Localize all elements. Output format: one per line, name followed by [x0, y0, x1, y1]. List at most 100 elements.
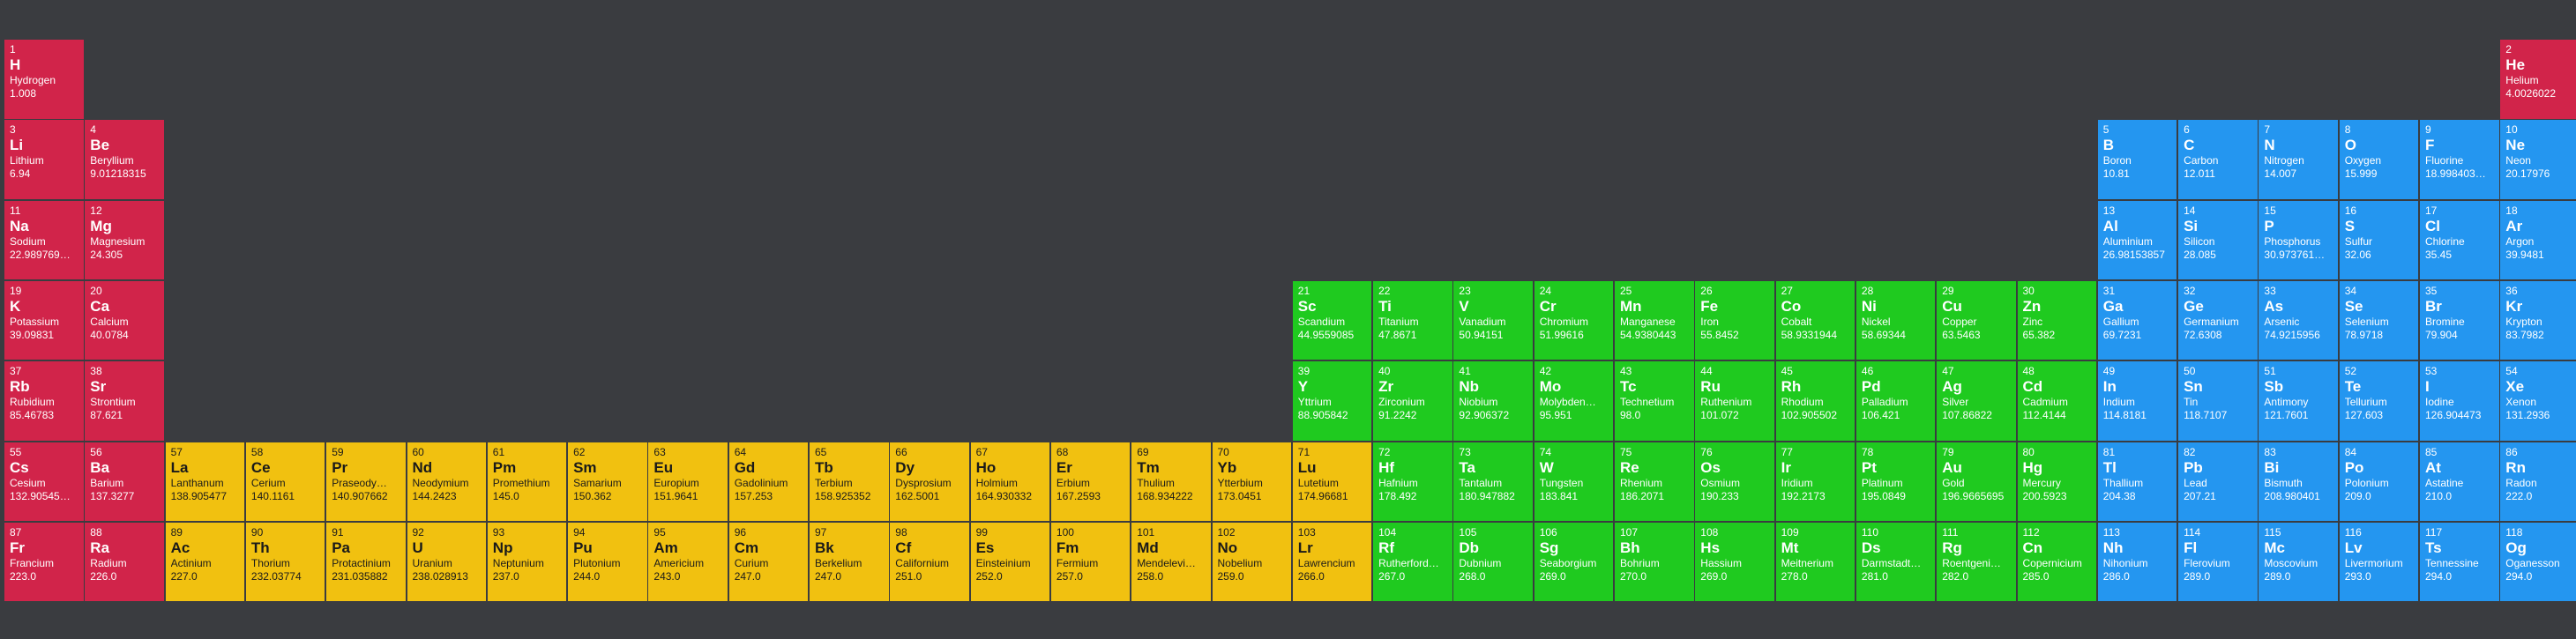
element-cell-sn[interactable]: 50 Sn Tin 118.7107	[2178, 361, 2258, 441]
element-cell-te[interactable]: 52 Te Tellurium 127.603	[2339, 361, 2419, 441]
element-cell-mc[interactable]: 115 Mc Moscovium 289.0	[2259, 522, 2338, 602]
element-cell-tb[interactable]: 65 Tb Terbium 158.925352	[810, 442, 889, 521]
element-cell-zr[interactable]: 40 Zr Zirconium 91.2242	[1373, 361, 1452, 441]
element-cell-sr[interactable]: 38 Sr Strontium 87.621	[85, 361, 164, 441]
element-cell-cn[interactable]: 112 Cn Copernicium 285.0	[2017, 522, 2096, 602]
element-cell-rf[interactable]: 104 Rf Rutherford… 267.0	[1373, 522, 1452, 602]
element-cell-re[interactable]: 75 Re Rhenium 186.2071	[1615, 442, 1694, 521]
element-cell-gd[interactable]: 64 Gd Gadolinium 157.253	[728, 442, 809, 521]
element-cell-ne[interactable]: 10 Ne Neon 20.17976	[2500, 120, 2576, 199]
element-cell-sm[interactable]: 62 Sm Samarium 150.362	[568, 442, 647, 521]
element-cell-ra[interactable]: 88 Ra Radium 226.0	[85, 522, 164, 602]
element-cell-og[interactable]: 118 Og Oganesson 294.0	[2500, 522, 2576, 602]
element-cell-md[interactable]: 101 Md Mendelevi… 258.0	[1131, 522, 1211, 602]
element-cell-xe[interactable]: 54 Xe Xenon 131.2936	[2500, 361, 2576, 441]
element-cell-pd[interactable]: 46 Pd Palladium 106.421	[1855, 361, 1936, 441]
element-cell-tm[interactable]: 69 Tm Thulium 168.934222	[1131, 442, 1211, 521]
element-cell-ti[interactable]: 22 Ti Titanium 47.8671	[1373, 280, 1452, 360]
element-cell-np[interactable]: 93 Np Neptunium 237.0	[487, 522, 567, 602]
element-cell-cr[interactable]: 24 Cr Chromium 51.99616	[1534, 280, 1614, 360]
element-cell-nd[interactable]: 60 Nd Neodymium 144.2423	[407, 442, 486, 521]
element-cell-pt[interactable]: 78 Pt Platinum 195.0849	[1855, 442, 1936, 521]
element-cell-he[interactable]: 2 He Helium 4.0026022	[2500, 40, 2576, 119]
element-cell-cf[interactable]: 98 Cf Californium 251.0	[890, 522, 969, 602]
element-cell-fm[interactable]: 100 Fm Fermium 257.0	[1050, 522, 1131, 602]
element-cell-cs[interactable]: 55 Cs Cesium 132.90545…	[4, 442, 84, 521]
element-cell-la[interactable]: 57 La Lanthanum 138.905477	[165, 442, 245, 521]
element-cell-co[interactable]: 27 Co Cobalt 58.9331944	[1775, 280, 1855, 360]
element-cell-k[interactable]: 19 K Potassium 39.09831	[4, 280, 84, 360]
element-cell-se[interactable]: 34 Se Selenium 78.9718	[2339, 280, 2419, 360]
element-cell-cd[interactable]: 48 Cd Cadmium 112.4144	[2017, 361, 2096, 441]
element-cell-ag[interactable]: 47 Ag Silver 107.86822	[1937, 361, 2016, 441]
element-cell-lr[interactable]: 103 Lr Lawrencium 266.0	[1292, 522, 1372, 602]
element-cell-mg[interactable]: 12 Mg Magnesium 24.305	[85, 200, 164, 280]
element-cell-p[interactable]: 15 P Phosphorus 30.973761…	[2259, 200, 2338, 280]
element-cell-ru[interactable]: 44 Ru Ruthenium 101.072	[1695, 361, 1774, 441]
element-cell-po[interactable]: 84 Po Polonium 209.0	[2339, 442, 2419, 521]
element-cell-tl[interactable]: 81 Tl Thallium 204.38	[2097, 442, 2177, 521]
element-cell-al[interactable]: 13 Al Aluminium 26.98153857	[2097, 200, 2177, 280]
element-cell-cu[interactable]: 29 Cu Copper 63.5463	[1937, 280, 2016, 360]
element-cell-v[interactable]: 23 V Vanadium 50.94151	[1453, 280, 1533, 360]
element-cell-hf[interactable]: 72 Hf Hafnium 178.492	[1373, 442, 1452, 521]
element-cell-nh[interactable]: 113 Nh Nihonium 286.0	[2097, 522, 2177, 602]
element-cell-ts[interactable]: 117 Ts Tennessine 294.0	[2420, 522, 2499, 602]
element-cell-eu[interactable]: 63 Eu Europium 151.9641	[648, 442, 728, 521]
element-cell-as[interactable]: 33 As Arsenic 74.9215956	[2259, 280, 2338, 360]
element-cell-rn[interactable]: 86 Rn Radon 222.0	[2500, 442, 2576, 521]
element-cell-ce[interactable]: 58 Ce Cerium 140.1161	[245, 442, 325, 521]
element-cell-au[interactable]: 79 Au Gold 196.9665695	[1937, 442, 2016, 521]
element-cell-th[interactable]: 90 Th Thorium 232.03774	[245, 522, 325, 602]
element-cell-ni[interactable]: 28 Ni Nickel 58.69344	[1855, 280, 1936, 360]
element-cell-rh[interactable]: 45 Rh Rhodium 102.905502	[1775, 361, 1855, 441]
element-cell-pa[interactable]: 91 Pa Protactinium 231.035882	[326, 522, 406, 602]
element-cell-ho[interactable]: 67 Ho Holmium 164.930332	[970, 442, 1050, 521]
element-cell-h[interactable]: 1 H Hydrogen 1.008	[4, 40, 84, 119]
element-cell-ds[interactable]: 110 Ds Darmstadt… 281.0	[1855, 522, 1936, 602]
element-cell-es[interactable]: 99 Es Einsteinium 252.0	[970, 522, 1050, 602]
element-cell-mt[interactable]: 109 Mt Meitnerium 278.0	[1775, 522, 1855, 602]
element-cell-ta[interactable]: 73 Ta Tantalum 180.947882	[1453, 442, 1533, 521]
element-cell-i[interactable]: 53 I Iodine 126.904473	[2420, 361, 2499, 441]
element-cell-yb[interactable]: 70 Yb Ytterbium 173.0451	[1212, 442, 1291, 521]
element-cell-li[interactable]: 3 Li Lithium 6.94	[4, 120, 84, 199]
element-cell-sc[interactable]: 21 Sc Scandium 44.9559085	[1292, 280, 1372, 360]
element-cell-pr[interactable]: 59 Pr Praseody… 140.907662	[326, 442, 406, 521]
element-cell-ge[interactable]: 32 Ge Germanium 72.6308	[2178, 280, 2258, 360]
element-cell-ba[interactable]: 56 Ba Barium 137.3277	[85, 442, 164, 521]
element-cell-lu[interactable]: 71 Lu Lutetium 174.96681	[1292, 442, 1372, 521]
element-cell-mn[interactable]: 25 Mn Manganese 54.9380443	[1615, 280, 1694, 360]
element-cell-kr[interactable]: 36 Kr Krypton 83.7982	[2500, 280, 2576, 360]
element-cell-be[interactable]: 4 Be Beryllium 9.01218315	[85, 120, 164, 199]
element-cell-fe[interactable]: 26 Fe Iron 55.8452	[1695, 280, 1774, 360]
element-cell-no[interactable]: 102 No Nobelium 259.0	[1212, 522, 1291, 602]
element-cell-f[interactable]: 9 F Fluorine 18.998403…	[2420, 120, 2499, 199]
element-cell-n[interactable]: 7 N Nitrogen 14.007	[2259, 120, 2338, 199]
element-cell-er[interactable]: 68 Er Erbium 167.2593	[1050, 442, 1131, 521]
element-cell-ac[interactable]: 89 Ac Actinium 227.0	[165, 522, 245, 602]
element-cell-mo[interactable]: 42 Mo Molybden… 95.951	[1534, 361, 1614, 441]
element-cell-sg[interactable]: 106 Sg Seaborgium 269.0	[1534, 522, 1614, 602]
element-cell-b[interactable]: 5 B Boron 10.81	[2097, 120, 2177, 199]
element-cell-ca[interactable]: 20 Ca Calcium 40.0784	[85, 280, 164, 360]
element-cell-nb[interactable]: 41 Nb Niobium 92.906372	[1453, 361, 1533, 441]
element-cell-fl[interactable]: 114 Fl Flerovium 289.0	[2178, 522, 2258, 602]
element-cell-ar[interactable]: 18 Ar Argon 39.9481	[2500, 200, 2576, 280]
element-cell-pm[interactable]: 61 Pm Promethium 145.0	[487, 442, 567, 521]
element-cell-y[interactable]: 39 Y Yttrium 88.905842	[1292, 361, 1372, 441]
element-cell-at[interactable]: 85 At Astatine 210.0	[2420, 442, 2499, 521]
element-cell-lv[interactable]: 116 Lv Livermorium 293.0	[2339, 522, 2419, 602]
element-cell-fr[interactable]: 87 Fr Francium 223.0	[4, 522, 84, 602]
element-cell-cl[interactable]: 17 Cl Chlorine 35.45	[2420, 200, 2499, 280]
element-cell-rb[interactable]: 37 Rb Rubidium 85.46783	[4, 361, 84, 441]
element-cell-db[interactable]: 105 Db Dubnium 268.0	[1453, 522, 1533, 602]
element-cell-rg[interactable]: 111 Rg Roentgeni… 282.0	[1937, 522, 2016, 602]
element-cell-si[interactable]: 14 Si Silicon 28.085	[2178, 200, 2258, 280]
element-cell-ir[interactable]: 77 Ir Iridium 192.2173	[1775, 442, 1855, 521]
element-cell-bh[interactable]: 107 Bh Bohrium 270.0	[1615, 522, 1694, 602]
element-cell-dy[interactable]: 66 Dy Dysprosium 162.5001	[890, 442, 969, 521]
element-cell-pb[interactable]: 82 Pb Lead 207.21	[2178, 442, 2258, 521]
element-cell-w[interactable]: 74 W Tungsten 183.841	[1534, 442, 1614, 521]
element-cell-hs[interactable]: 108 Hs Hassium 269.0	[1695, 522, 1774, 602]
